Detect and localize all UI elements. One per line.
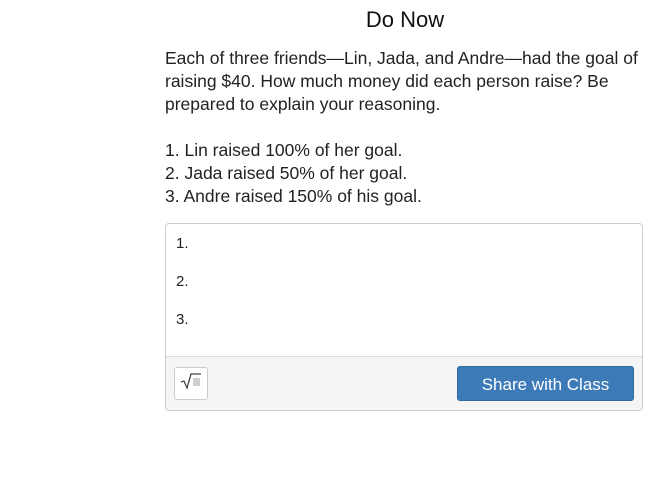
page-title: Do Now xyxy=(365,7,445,32)
answer-text-area[interactable]: 1. 2. 3. xyxy=(166,224,642,358)
prompt-item: 2. Jada raised 50% of her goal. xyxy=(165,163,408,183)
editor-toolbar: Share with Class xyxy=(166,356,642,410)
prompt-item: 1. Lin raised 100% of her goal. xyxy=(165,140,403,160)
answer-line[interactable]: 1. xyxy=(176,234,632,272)
share-with-class-button[interactable]: Share with Class xyxy=(457,366,634,401)
answer-line[interactable]: 3. xyxy=(176,310,632,348)
prompt-item: 3. Andre raised 150% of his goal. xyxy=(165,186,422,206)
question-text: Each of three friends—Lin, Jada, and And… xyxy=(165,48,638,114)
question-prompt: Each of three friends—Lin, Jada, and And… xyxy=(165,47,645,208)
math-equation-button[interactable] xyxy=(174,367,208,400)
answer-line[interactable]: 2. xyxy=(176,272,632,310)
answer-editor: 1. 2. 3. Share with Class xyxy=(165,223,643,411)
square-root-icon xyxy=(180,372,202,395)
do-now-page: Do Now Each of three friends—Lin, Jada, … xyxy=(0,0,672,490)
